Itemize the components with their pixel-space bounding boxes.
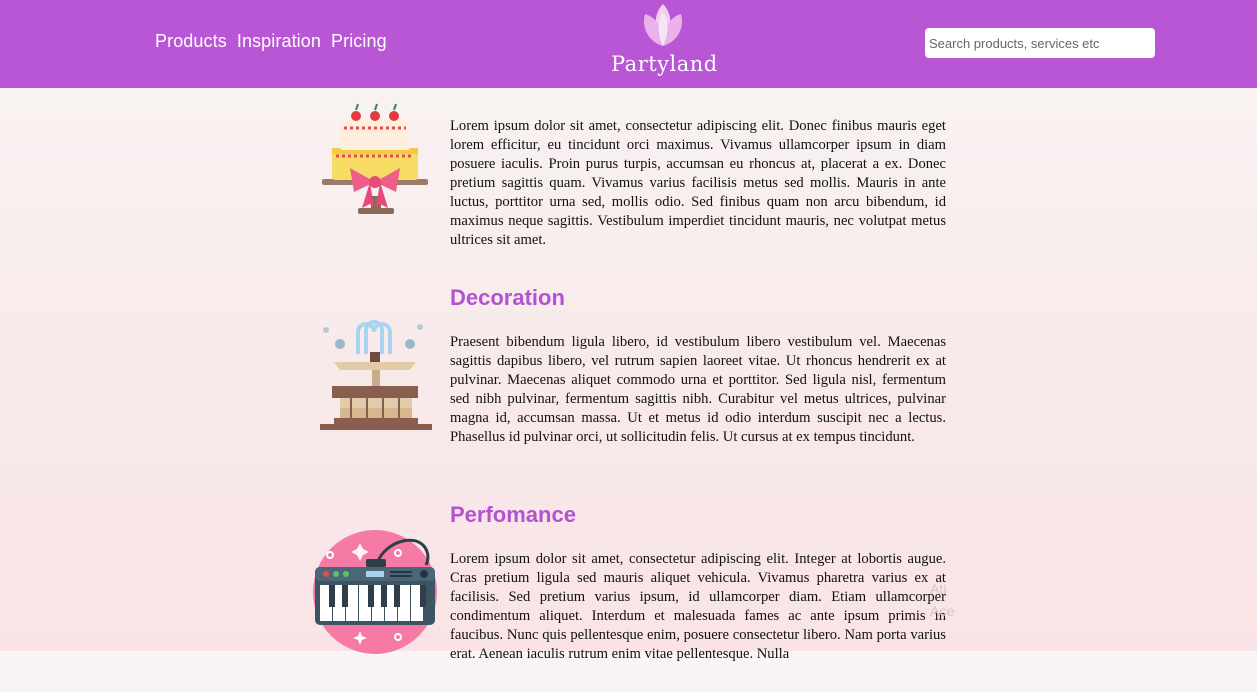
nav-pricing[interactable]: Pricing (331, 31, 387, 52)
nav-inspiration[interactable]: Inspiration (237, 31, 321, 52)
section-decoration: Decoration Praesent bibendum ligula libe… (310, 285, 950, 475)
section-title-decoration: Decoration (450, 285, 565, 310)
section-text-performance: Lorem ipsum dolor sit amet, consectetur … (450, 551, 946, 662)
section-title-performance: Perfomance (450, 502, 576, 527)
section-performance: Perfomance Lorem ipsum dolor sit amet, c… (310, 502, 950, 692)
section-text-food: Lorem ipsum dolor sit amet, consectetur … (450, 118, 946, 248)
main-nav: Products Inspiration Pricing (155, 31, 387, 52)
watermark-line-1: Ati (930, 581, 947, 597)
brand-logo[interactable]: Partyland (611, 0, 718, 88)
search-input[interactable] (925, 28, 1155, 58)
lotus-icon (643, 4, 683, 46)
section-text-decoration: Praesent bibendum ligula libero, id vest… (450, 334, 946, 445)
section-food: Food Lorem ipsum dolor sit amet, consect… (310, 68, 950, 258)
cake-icon (322, 103, 428, 214)
site-header: Products Inspiration Pricing Partyland (0, 0, 1257, 88)
fountain-icon (320, 320, 432, 430)
brand-name: Partyland (611, 52, 718, 76)
watermark-line-2: Ace (930, 603, 955, 619)
nav-products[interactable]: Products (155, 31, 227, 52)
keyboard-icon (313, 530, 437, 654)
